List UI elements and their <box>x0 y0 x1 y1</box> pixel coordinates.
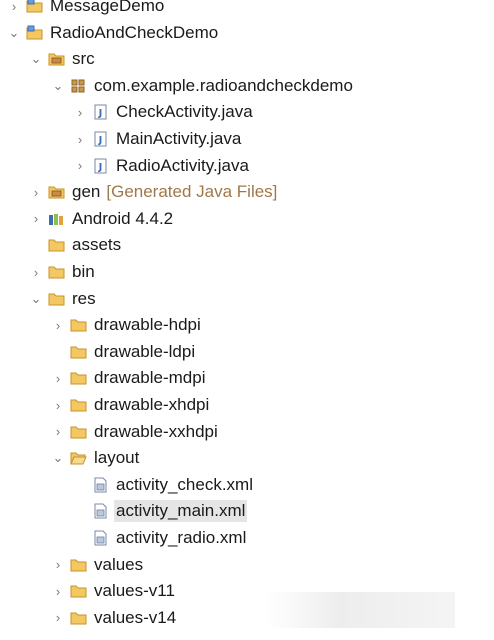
java-file-icon: J <box>92 131 109 147</box>
source-folder-icon <box>48 51 65 67</box>
tree-item-label: gen <box>72 182 101 202</box>
tree-item-assets[interactable]: assets <box>0 232 494 258</box>
folder-icon <box>48 264 65 280</box>
tree-item-label: values-v14 <box>94 607 177 627</box>
tree-item-label: com.example.radioandcheckdemo <box>94 75 353 95</box>
tree-item-gen[interactable]: › gen [Generated Java Files] <box>0 179 494 205</box>
tree-item-drawable-xhdpi[interactable]: › drawable-xhdpi <box>0 392 494 418</box>
svg-text:J: J <box>98 135 103 146</box>
chevron-right-icon[interactable]: › <box>74 158 86 173</box>
tree-item-android[interactable]: › Android 4.4.2 <box>0 206 494 232</box>
tree-item-label: drawable-mdpi <box>94 368 206 388</box>
tree-item-activity-radio[interactable]: activity_radio.xml <box>0 525 494 551</box>
tree-item-radioactivity[interactable]: › J RadioActivity.java <box>0 153 494 179</box>
tree-item-res[interactable]: ⌄ res <box>0 286 494 312</box>
tree-item-label: CheckActivity.java <box>116 102 253 122</box>
tree-item-radioandcheckdemo[interactable]: ⌄ RadioAndCheckDemo <box>0 20 494 46</box>
tree-item-label: RadioAndCheckDemo <box>50 22 219 42</box>
tree-item-src[interactable]: ⌄ src <box>0 46 494 72</box>
tree-item-drawable-xxhdpi[interactable]: › drawable-xxhdpi <box>0 419 494 445</box>
folder-icon <box>48 291 65 307</box>
java-file-icon: J <box>92 104 109 120</box>
tree-item-label: drawable-ldpi <box>94 341 196 361</box>
tree-item-label: MessageDemo <box>50 0 165 15</box>
chevron-right-icon[interactable]: › <box>30 185 42 200</box>
project-folder-icon <box>26 25 43 41</box>
tree-item-decoration: [Generated Java Files] <box>106 182 278 202</box>
xml-file-icon <box>92 477 109 493</box>
tree-item-drawable-hdpi[interactable]: › drawable-hdpi <box>0 312 494 338</box>
folder-icon <box>70 344 87 360</box>
package-icon <box>70 78 87 94</box>
tree-item-messagedemo[interactable]: › MessageDemo <box>0 0 494 19</box>
source-folder-icon <box>48 184 65 200</box>
tree-item-label: RadioActivity.java <box>116 155 249 175</box>
chevron-right-icon[interactable]: › <box>74 132 86 147</box>
folder-icon <box>70 370 87 386</box>
tree-item-values-v14[interactable]: › values-v14 <box>0 605 494 631</box>
tree-item-label: assets <box>72 235 122 255</box>
chevron-right-icon[interactable]: › <box>52 371 64 386</box>
chevron-right-icon[interactable]: › <box>52 610 64 625</box>
xml-file-icon <box>92 503 109 519</box>
tree-item-layout[interactable]: ⌄ layout <box>0 445 494 471</box>
tree-item-label: Android 4.4.2 <box>72 208 174 228</box>
library-icon <box>48 211 65 227</box>
tree-item-mainactivity[interactable]: › J MainActivity.java <box>0 126 494 152</box>
tree-item-label: values <box>94 554 144 574</box>
chevron-down-icon[interactable]: ⌄ <box>52 78 64 93</box>
folder-icon <box>70 557 87 573</box>
tree-item-label: values-v11 <box>94 581 175 601</box>
tree-item-bin[interactable]: › bin <box>0 259 494 285</box>
chevron-right-icon[interactable]: › <box>30 265 42 280</box>
chevron-right-icon[interactable]: › <box>52 318 64 333</box>
tree-item-values-v11[interactable]: › values-v11 <box>0 578 494 604</box>
tree-item-label: src <box>72 49 95 69</box>
tree-item-label: activity_main.xml <box>114 500 248 523</box>
tree-item-label: activity_check.xml <box>116 474 253 494</box>
chevron-down-icon[interactable]: ⌄ <box>30 291 42 306</box>
folder-icon <box>70 424 87 440</box>
chevron-right-icon[interactable]: › <box>52 557 64 572</box>
chevron-right-icon[interactable]: › <box>30 211 42 226</box>
tree-item-label: drawable-xxhdpi <box>94 421 218 441</box>
chevron-right-icon[interactable]: › <box>52 424 64 439</box>
tree-item-drawable-mdpi[interactable]: › drawable-mdpi <box>0 365 494 391</box>
chevron-right-icon[interactable]: › <box>52 584 64 599</box>
tree-item-activity-main[interactable]: activity_main.xml <box>0 498 494 524</box>
tree-item-label: res <box>72 288 96 308</box>
java-file-icon: J <box>92 158 109 174</box>
chevron-right-icon[interactable]: › <box>52 398 64 413</box>
tree-item-values[interactable]: › values <box>0 552 494 578</box>
tree-item-label: activity_radio.xml <box>116 528 247 547</box>
svg-text:J: J <box>98 108 103 119</box>
chevron-down-icon[interactable]: ⌄ <box>30 51 42 66</box>
chevron-down-icon[interactable]: ⌄ <box>52 450 64 465</box>
tree-item-label: layout <box>94 448 140 468</box>
svg-text:J: J <box>98 162 103 173</box>
tree-item-checkactivity[interactable]: › J CheckActivity.java <box>0 99 494 125</box>
open-folder-icon <box>70 450 87 466</box>
tree-item-label: drawable-hdpi <box>94 315 201 335</box>
chevron-right-icon[interactable]: › <box>74 105 86 120</box>
tree-item-drawable-ldpi[interactable]: drawable-ldpi <box>0 339 494 365</box>
folder-icon <box>70 583 87 599</box>
tree-item-label: drawable-xhdpi <box>94 395 210 414</box>
chevron-right-icon[interactable]: › <box>8 0 20 14</box>
tree-item-label: MainActivity.java <box>116 129 242 148</box>
chevron-down-icon[interactable]: ⌄ <box>8 25 20 40</box>
folder-icon <box>48 237 65 253</box>
tree-item-package[interactable]: ⌄ com.example.radioandcheckdemo <box>0 73 494 99</box>
tree-item-activity-check[interactable]: activity_check.xml <box>0 472 494 498</box>
xml-file-icon <box>92 530 109 546</box>
project-folder-icon <box>26 0 43 14</box>
package-explorer-tree: › MessageDemo ⌄ RadioAndCheckDemo ⌄ src ⌄ com.e… <box>0 0 494 640</box>
folder-icon <box>70 610 87 626</box>
tree-item-label: bin <box>72 262 95 281</box>
folder-icon <box>70 397 87 413</box>
folder-icon <box>70 317 87 333</box>
